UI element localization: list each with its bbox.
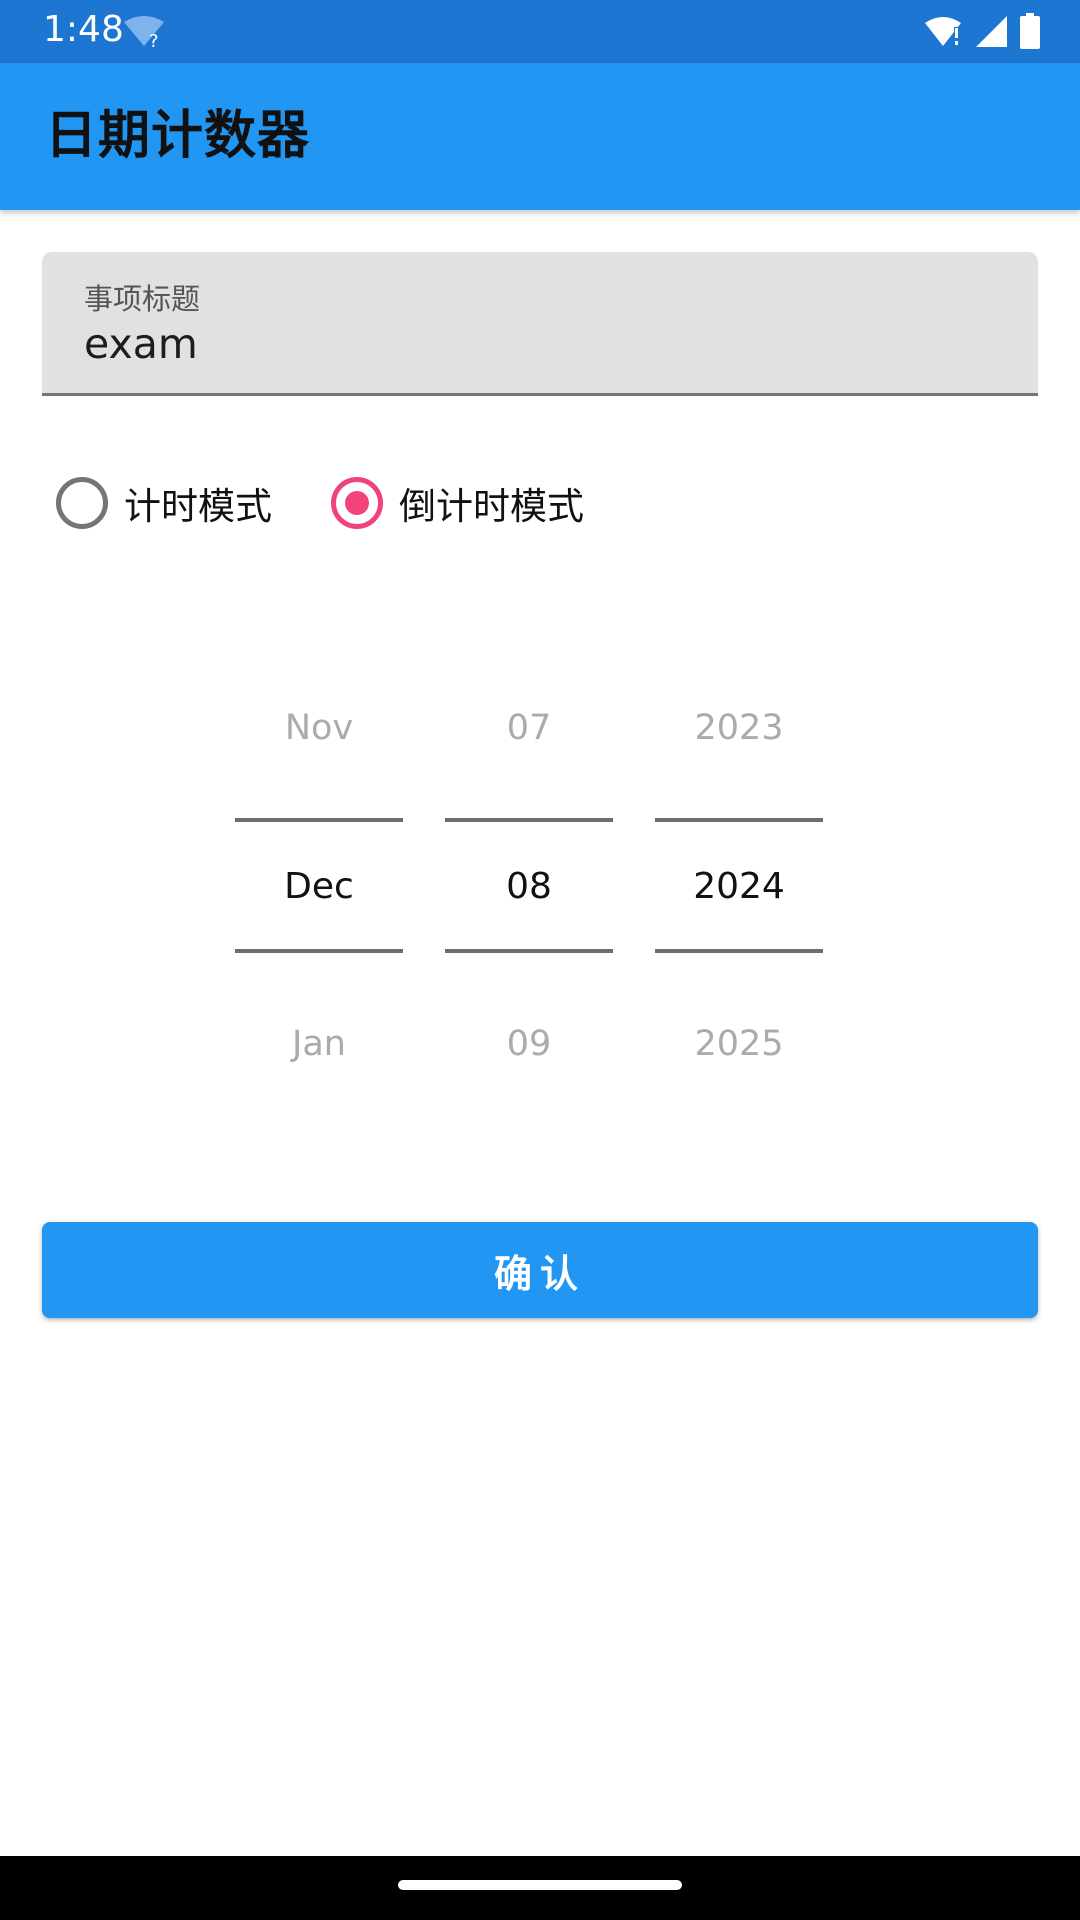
navigation-bar — [0, 1856, 1080, 1920]
radio-unchecked-icon[interactable] — [56, 477, 108, 529]
year-prev[interactable]: 2023 — [655, 708, 823, 748]
radio-label-countdown: 倒计时模式 — [399, 485, 584, 528]
event-title-input[interactable]: exam — [84, 320, 198, 368]
page-title: 日期计数器 — [45, 106, 311, 166]
month-picker[interactable]: Nov Dec Jan — [235, 660, 403, 1080]
year-selected[interactable]: 2024 — [655, 866, 823, 907]
status-bar: 1:48 ? — [0, 0, 1080, 63]
event-title-field[interactable]: 事项标题 exam — [42, 252, 1038, 396]
event-title-label: 事项标题 — [84, 282, 201, 316]
month-divider-top — [235, 818, 403, 822]
year-divider-top — [655, 818, 823, 822]
day-prev[interactable]: 07 — [445, 708, 613, 748]
wifi-alert-icon — [925, 17, 961, 46]
status-time: 1:48 — [43, 9, 124, 50]
signal-icon — [976, 16, 1007, 47]
day-picker[interactable]: 07 08 09 — [445, 660, 613, 1080]
day-divider-bottom — [445, 949, 613, 953]
day-next[interactable]: 09 — [445, 1024, 613, 1064]
svg-text:?: ? — [149, 31, 159, 48]
radio-count-up-mode[interactable]: 计时模式 — [56, 475, 272, 531]
year-picker[interactable]: 2023 2024 2025 — [655, 660, 823, 1080]
year-divider-bottom — [655, 949, 823, 953]
radio-countdown-mode[interactable]: 倒计时模式 — [331, 475, 584, 531]
day-divider-top — [445, 818, 613, 822]
home-handle[interactable] — [398, 1880, 682, 1890]
month-next[interactable]: Jan — [235, 1024, 403, 1064]
day-selected[interactable]: 08 — [445, 866, 613, 907]
app-bar: 日期计数器 — [0, 63, 1080, 210]
wifi-question-icon: ? — [124, 16, 164, 48]
month-divider-bottom — [235, 949, 403, 953]
confirm-button[interactable]: 确认 — [42, 1222, 1038, 1318]
radio-checked-icon[interactable] — [331, 477, 383, 529]
status-icons — [924, 10, 1042, 52]
battery-icon — [1020, 13, 1040, 49]
year-next[interactable]: 2025 — [655, 1024, 823, 1064]
month-prev[interactable]: Nov — [235, 708, 403, 748]
radio-label-count-up: 计时模式 — [124, 485, 272, 528]
month-selected[interactable]: Dec — [235, 866, 403, 907]
